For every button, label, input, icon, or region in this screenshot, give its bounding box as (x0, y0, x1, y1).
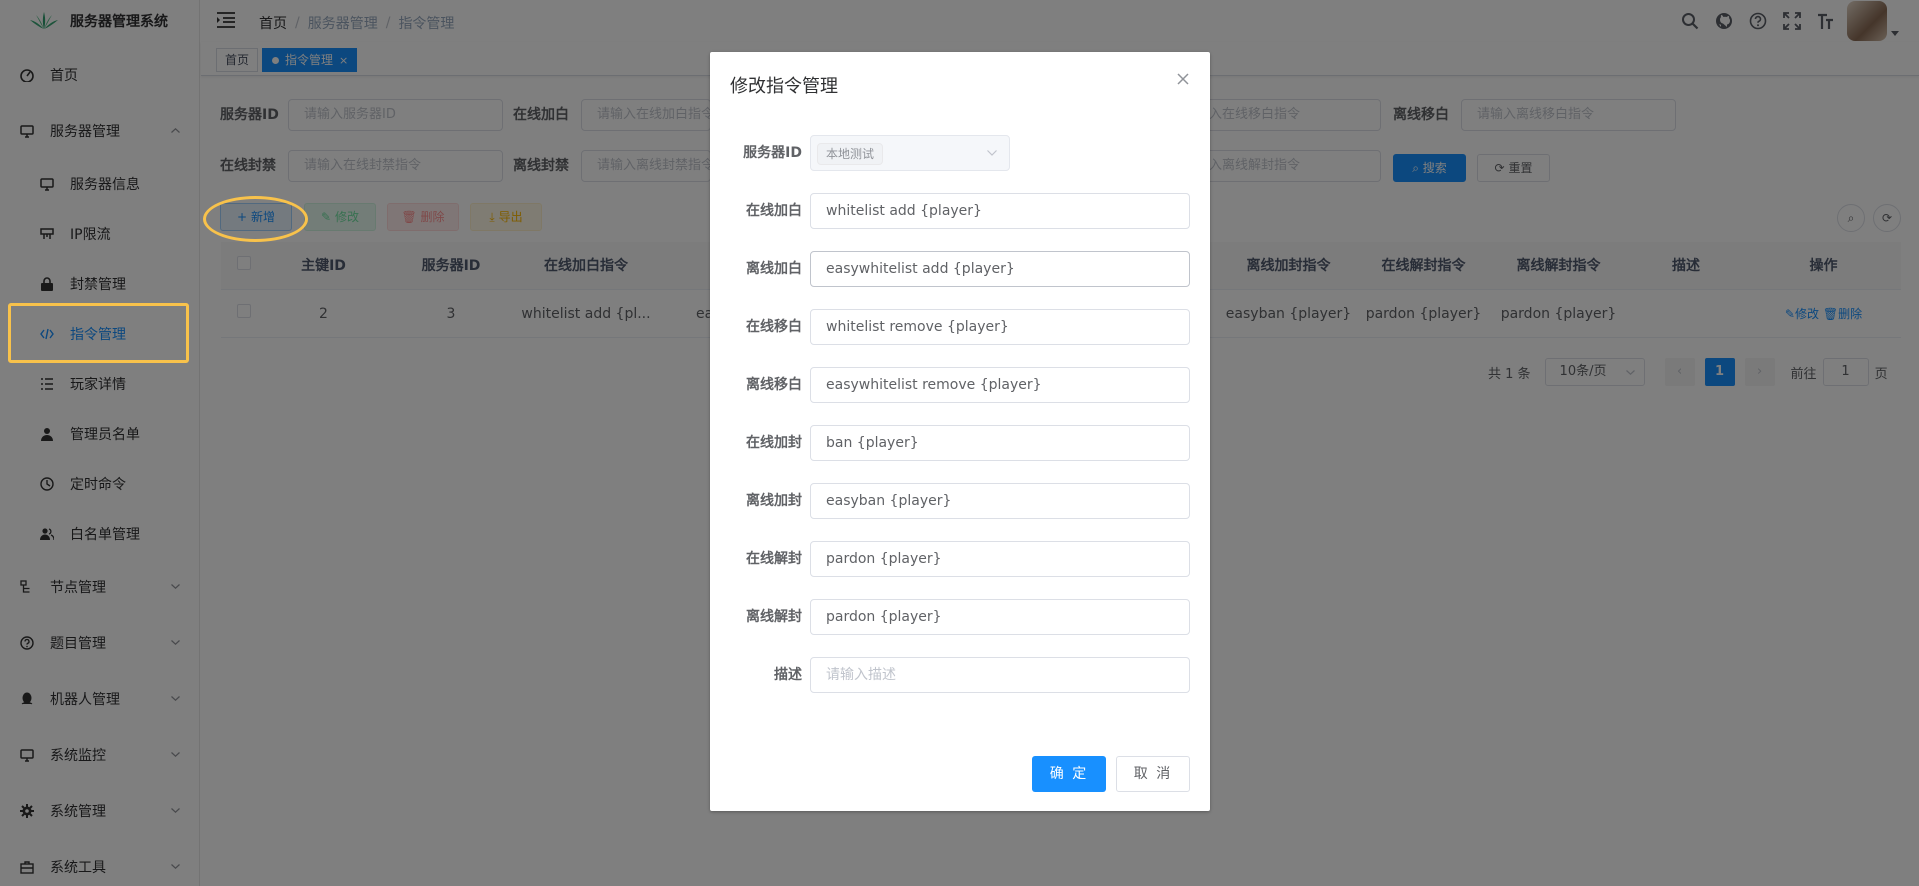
field-label: 离线加白 (746, 261, 802, 277)
highlight-box (8, 303, 189, 363)
highlight-circle (203, 196, 308, 242)
confirm-button[interactable]: 确 定 (1032, 756, 1106, 792)
description-input[interactable]: 请输入描述 (810, 657, 1190, 693)
online-ban-input[interactable]: ban {player} (810, 425, 1190, 461)
edit-command-dialog: 修改指令管理 服务器ID 本地测试 在线加白 whitelist add {pl… (710, 52, 1210, 811)
close-icon[interactable] (1176, 72, 1190, 86)
field-label: 在线加封 (746, 435, 802, 451)
field-label: 离线加封 (746, 493, 802, 509)
dialog-title: 修改指令管理 (730, 76, 838, 97)
online-whitelist-remove-input[interactable]: whitelist remove {player} (810, 309, 1190, 345)
field-label: 在线移白 (746, 319, 802, 335)
cancel-button[interactable]: 取 消 (1116, 756, 1190, 792)
server-id-select[interactable]: 本地测试 (810, 135, 1010, 171)
chevron-down-icon (987, 150, 997, 156)
field-label: 离线解封 (746, 609, 802, 625)
field-label: 在线解封 (746, 551, 802, 567)
field-label: 服务器ID (743, 145, 802, 161)
online-unban-input[interactable]: pardon {player} (810, 541, 1190, 577)
offline-whitelist-remove-input[interactable]: easywhitelist remove {player} (810, 367, 1190, 403)
field-label: 离线移白 (746, 377, 802, 393)
offline-unban-input[interactable]: pardon {player} (810, 599, 1190, 635)
offline-ban-input[interactable]: easyban {player} (810, 483, 1190, 519)
field-label: 在线加白 (746, 203, 802, 219)
offline-whitelist-add-input[interactable]: easywhitelist add {player} (810, 251, 1190, 287)
field-label: 描述 (774, 667, 802, 683)
selected-server-tag: 本地测试 (817, 143, 884, 165)
online-whitelist-add-input[interactable]: whitelist add {player} (810, 193, 1190, 229)
